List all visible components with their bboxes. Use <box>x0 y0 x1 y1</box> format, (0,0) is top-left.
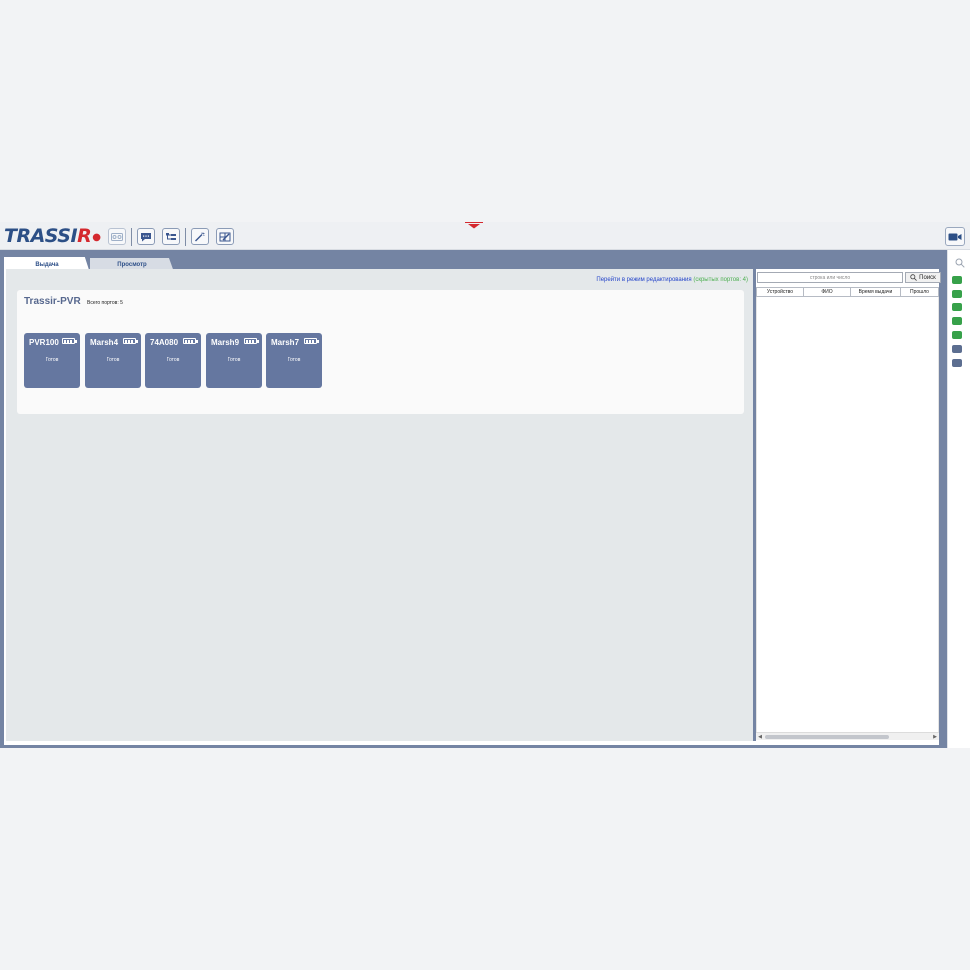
camera-online-icon[interactable] <box>952 276 962 284</box>
port-tile[interactable]: Marsh7 Готов <box>266 333 322 388</box>
port-name: Marsh4 <box>90 338 119 347</box>
column-device[interactable]: Устройство <box>757 288 804 296</box>
group-total-ports: Всего портов: 5 <box>87 300 123 306</box>
right-sidebar <box>947 250 970 748</box>
tape-icon <box>111 232 123 241</box>
edit-mode-link-row: Перейти в режим редактирования (скрытых … <box>596 277 748 283</box>
log-pane: Поиск Устройство ФИО Время выдачи Прошло… <box>756 269 941 741</box>
search-input[interactable] <box>757 272 903 283</box>
port-tile[interactable]: Marsh9 Готов <box>206 333 262 388</box>
toolbar-separator <box>185 228 186 246</box>
main-frame: Выдача Просмотр Перейти в режим редактир… <box>0 250 947 748</box>
folder-icon[interactable] <box>952 359 962 367</box>
edit-mode-link[interactable]: Перейти в режим редактирования <box>596 277 691 283</box>
tape-icon-button[interactable] <box>108 228 126 245</box>
logo-text-r: R <box>77 225 92 247</box>
column-elapsed[interactable]: Прошло <box>901 288 938 296</box>
battery-icon <box>123 338 138 344</box>
toolbar: TRASSI R ● <box>0 222 970 250</box>
port-group-card: Trassir-PVR Всего портов: 5 PVR100 Готов… <box>17 290 744 414</box>
camera-online-icon[interactable] <box>952 290 962 298</box>
port-status: Готов <box>45 357 59 363</box>
port-name: Marsh7 <box>271 338 300 347</box>
group-title: Trassir-PVR <box>24 296 81 307</box>
log-table-body <box>756 297 939 732</box>
log-table-header: Устройство ФИО Время выдачи Прошло <box>756 287 939 297</box>
edit-layout-button[interactable] <box>216 228 234 245</box>
logo-registered-mark: ● <box>92 232 101 243</box>
search-button-label: Поиск <box>919 274 936 281</box>
scroll-left-icon[interactable]: ◀ <box>756 733 764 741</box>
devices-tree-icon <box>166 232 176 240</box>
port-status: Готов <box>166 357 180 363</box>
ports-pane: Перейти в режим редактирования (скрытых … <box>6 269 753 741</box>
toolbar-separator <box>131 228 132 246</box>
port-tile[interactable]: Marsh4 Готов <box>85 333 141 388</box>
edit-layout-icon <box>219 232 231 241</box>
chat-icon <box>141 232 151 241</box>
port-name: 74A080 <box>150 338 179 347</box>
trassir-logo: TRASSI R ● <box>4 225 101 247</box>
collapse-toolbar-icon[interactable] <box>465 222 483 229</box>
scrollbar-thumb[interactable] <box>765 735 889 739</box>
port-name: PVR100 <box>29 338 59 347</box>
battery-icon <box>304 338 319 344</box>
search-icon <box>910 274 918 281</box>
port-status: Готов <box>227 357 241 363</box>
search-icon[interactable] <box>955 258 965 268</box>
search-button[interactable]: Поиск <box>905 272 941 283</box>
devices-tree-button[interactable] <box>162 228 180 245</box>
tab-content: Перейти в режим редактирования (скрытых … <box>4 269 941 745</box>
battery-icon <box>183 338 198 344</box>
battery-icon <box>62 338 77 344</box>
port-status: Готов <box>106 357 120 363</box>
camera-offline-icon[interactable] <box>952 345 962 353</box>
port-tile[interactable]: 74A080 Готов <box>145 333 201 388</box>
port-status: Готов <box>287 357 301 363</box>
trassir-window: TRASSI R ● Выдача Просмотр Перейти в реж… <box>0 222 970 748</box>
camera-online-icon[interactable] <box>952 317 962 325</box>
column-issue-time[interactable]: Время выдачи <box>851 288 901 296</box>
logo-text: TRASSI <box>4 225 78 247</box>
column-name[interactable]: ФИО <box>804 288 851 296</box>
tab-strip: Выдача Просмотр <box>4 254 943 273</box>
scroll-right-icon[interactable]: ▶ <box>931 733 939 741</box>
magic-wand-icon <box>195 232 205 241</box>
camera-online-icon[interactable] <box>952 331 962 339</box>
port-tile[interactable]: PVR100 Готов <box>24 333 80 388</box>
camera-view-button[interactable] <box>945 227 965 246</box>
hidden-ports-count[interactable]: (скрытых портов: 4) <box>693 277 748 283</box>
wizard-button[interactable] <box>191 228 209 245</box>
camera-online-icon[interactable] <box>952 303 962 311</box>
port-name: Marsh9 <box>211 338 240 347</box>
horizontal-scrollbar[interactable]: ◀ ▶ <box>756 732 939 740</box>
chat-button[interactable] <box>137 228 155 245</box>
battery-icon <box>244 338 259 344</box>
video-camera-icon <box>948 233 962 240</box>
